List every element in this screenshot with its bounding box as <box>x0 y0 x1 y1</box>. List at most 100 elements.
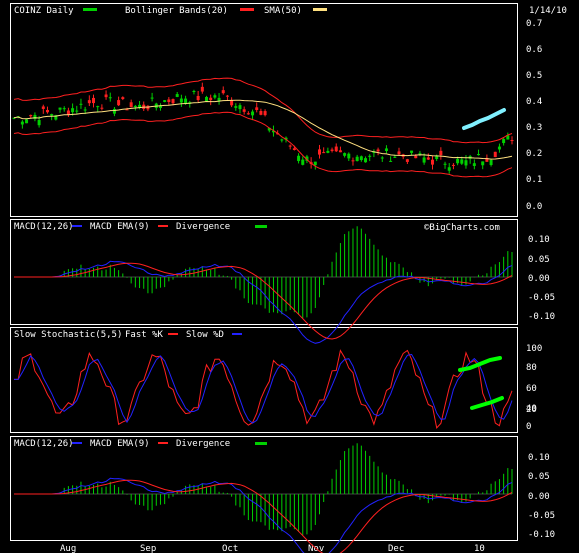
macd2-tick-label: -0.05 <box>528 511 555 521</box>
price-candle <box>330 149 334 151</box>
price-candle <box>209 97 213 101</box>
price-candle <box>338 150 342 153</box>
price-candle <box>75 110 79 112</box>
price-candle <box>322 152 326 154</box>
stoch-series <box>14 349 513 429</box>
price-candle <box>288 145 292 147</box>
macd2-y-ticks: 0.10 0.05 0.00 -0.05 -0.10 <box>528 453 555 540</box>
stoch-tick-label: 20 <box>526 405 537 415</box>
price-candle <box>255 107 259 110</box>
price-candle <box>343 153 347 156</box>
macd2-tick-label: 0.10 <box>528 453 550 463</box>
price-candle <box>246 113 250 115</box>
price-candle <box>435 156 439 160</box>
price-candle <box>221 90 225 94</box>
price-tick-label: 0.7 <box>526 19 542 29</box>
macd-signal-line <box>14 479 513 553</box>
x-axis-labels: Aug Sep Oct Nov Dec 10 <box>60 544 485 553</box>
price-candle <box>41 106 45 109</box>
price-tick-label: 0.4 <box>526 97 542 107</box>
price-candle <box>359 156 363 161</box>
price-candle <box>502 139 506 144</box>
stoch-y-ticks: 100 80 60 40 20 0 <box>526 344 542 432</box>
price-candle <box>29 114 33 117</box>
stock-chart: COINZ Daily Bollinger Bands(20) SMA(50) … <box>10 3 567 553</box>
price-candle <box>426 157 430 160</box>
price-candle <box>192 90 196 92</box>
macd1-tick-label: 0.05 <box>528 255 550 265</box>
price-candle <box>37 120 41 126</box>
price-candle <box>121 97 125 100</box>
price-candle <box>117 100 121 106</box>
macd2-line-swatch <box>72 442 82 444</box>
sma-legend: SMA(50) <box>264 6 302 16</box>
price-candle <box>133 105 137 108</box>
price-candle <box>405 159 409 162</box>
macd2-tick-label: 0.05 <box>528 472 550 482</box>
price-candle <box>447 167 451 171</box>
price-candle <box>297 155 301 162</box>
price-candle <box>464 160 468 166</box>
macd1-ema-label: MACD EMA(9) <box>90 222 150 232</box>
macd1-tick-label: 0.10 <box>528 235 550 245</box>
price-tick-label: 0.0 <box>526 202 542 212</box>
price-candle <box>334 146 338 152</box>
price-candle <box>280 139 284 141</box>
price-candle <box>242 109 246 112</box>
price-candle <box>45 109 49 113</box>
price-candle <box>171 99 175 104</box>
price-candle <box>62 108 66 110</box>
price-candle <box>238 105 242 110</box>
price-candle <box>71 108 75 113</box>
stoch-tick-label: 0 <box>526 422 531 432</box>
macd1-title: MACD(12,26) <box>14 222 74 232</box>
price-candle <box>364 158 368 163</box>
price-candle <box>493 151 497 158</box>
stoch-slowd-swatch <box>232 333 242 335</box>
annotations <box>458 108 506 410</box>
stoch-title: Slow Stochastic(5,5) <box>14 330 122 340</box>
price-candle <box>112 108 116 114</box>
stoch-tick-label: 80 <box>526 363 537 373</box>
macd1-series <box>14 226 513 344</box>
price-candle <box>20 121 24 125</box>
price-candle <box>472 163 476 166</box>
price-candle <box>234 106 238 108</box>
price-candle <box>317 149 321 155</box>
stoch-slowd-label: Slow %D <box>186 330 224 340</box>
slow-d-line <box>14 353 513 424</box>
price-candle <box>66 110 70 115</box>
price-candle <box>376 149 380 152</box>
price-candle <box>510 140 514 142</box>
macd1-ema-swatch <box>158 225 168 227</box>
price-candle <box>414 155 418 159</box>
stoch-tick-label: 60 <box>526 384 537 394</box>
stoch-fastk-label: Fast %K <box>125 330 164 340</box>
price-candle <box>146 105 150 110</box>
price-candle <box>313 161 317 166</box>
price-candle <box>481 161 485 166</box>
price-candle <box>460 159 464 164</box>
price-candle <box>167 99 171 102</box>
price-candle <box>380 157 384 159</box>
price-candle <box>351 160 355 162</box>
price-candle <box>200 86 204 92</box>
price-candle <box>301 159 305 165</box>
price-candle <box>87 100 91 104</box>
price-candle <box>368 155 372 157</box>
bollinger-lower <box>13 111 513 178</box>
macd1-div-label: Divergence <box>176 222 230 232</box>
price-candle <box>384 148 388 152</box>
price-candle <box>355 156 359 162</box>
price-tick-label: 0.2 <box>526 149 542 159</box>
macd2-series <box>14 443 513 553</box>
price-candle <box>230 100 234 106</box>
price-legend-swatch <box>83 8 97 11</box>
price-candle <box>443 163 447 165</box>
price-candle <box>489 159 493 165</box>
watermark: ©BigCharts.com <box>424 223 500 233</box>
price-candle <box>179 98 183 103</box>
price-tick-label: 0.6 <box>526 45 542 55</box>
price-candle <box>100 107 104 109</box>
price-candle <box>184 98 188 104</box>
